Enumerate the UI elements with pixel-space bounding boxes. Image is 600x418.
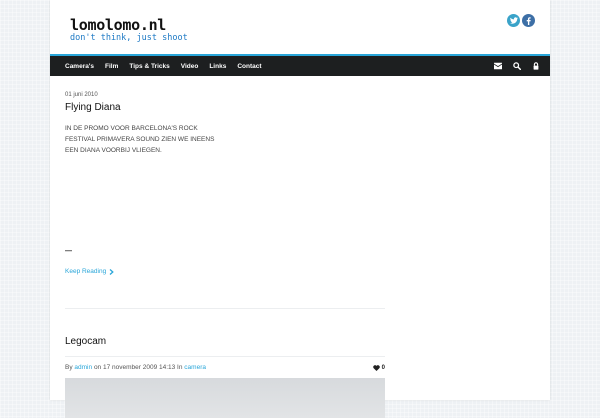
post-title[interactable]: Legocam [65, 336, 535, 347]
nav-item-contact[interactable]: Contact [237, 63, 261, 70]
chevron-right-icon [109, 268, 114, 275]
meta-date: on 17 november 2009 14:13 In [93, 364, 183, 371]
keep-reading-link[interactable]: Keep Reading [65, 268, 114, 275]
facebook-icon[interactable] [522, 14, 535, 27]
post-date: 01 juni 2010 [65, 92, 98, 98]
post-article: 01 juni 2010 Flying Diana IN DE PROMO VO… [65, 92, 535, 309]
envelope-icon[interactable] [494, 62, 502, 70]
post-meta-row: By admin on 17 november 2009 14:13 In ca… [65, 356, 385, 371]
keep-reading-label[interactable]: Keep Reading [65, 268, 106, 275]
nav-actions [494, 62, 540, 70]
author-link[interactable]: admin [74, 364, 92, 371]
nav-menu: Camera's Film Tips & Tricks Video Links … [65, 63, 273, 70]
twitter-icon[interactable] [507, 14, 520, 27]
post-excerpt: IN DE PROMO VOOR BARCELONA'S ROCK FESTIV… [65, 125, 215, 154]
site-logo[interactable]: lomolomo.nl don't think, just shoot [70, 18, 188, 44]
nav-item-cameras[interactable]: Camera's [65, 63, 94, 70]
nav-item-video[interactable]: Video [181, 63, 199, 70]
site-header: lomolomo.nl don't think, just shoot [50, 0, 550, 56]
main-content: 01 juni 2010 Flying Diana IN DE PROMO VO… [50, 92, 550, 418]
nav-item-tips-tricks[interactable]: Tips & Tricks [129, 63, 169, 70]
comment-count[interactable]: 0 [372, 364, 385, 371]
post-meta: By admin on 17 november 2009 14:13 In ca… [65, 364, 206, 371]
site-title[interactable]: lomolomo.nl [70, 18, 188, 33]
heart-icon [372, 364, 380, 371]
comment-count-value: 0 [381, 364, 385, 371]
post-article: Legocam By admin on 17 november 2009 14:… [65, 336, 535, 418]
search-icon[interactable] [513, 62, 521, 70]
nav-item-links[interactable]: Links [209, 63, 226, 70]
category-link[interactable]: camera [184, 364, 206, 371]
meta-prefix: By [65, 364, 73, 371]
main-navigation: Camera's Film Tips & Tricks Video Links … [50, 56, 550, 76]
page-container: lomolomo.nl don't think, just shoot Came… [50, 0, 550, 418]
site-tagline: don't think, just shoot [70, 33, 188, 43]
social-links [507, 14, 535, 27]
nav-item-film[interactable]: Film [105, 63, 118, 70]
post-divider [65, 308, 385, 309]
post-title[interactable]: Flying Diana [65, 102, 535, 113]
post-separator-dash: — [65, 248, 72, 255]
post-featured-image[interactable] [65, 378, 385, 418]
lock-icon[interactable] [532, 62, 540, 70]
